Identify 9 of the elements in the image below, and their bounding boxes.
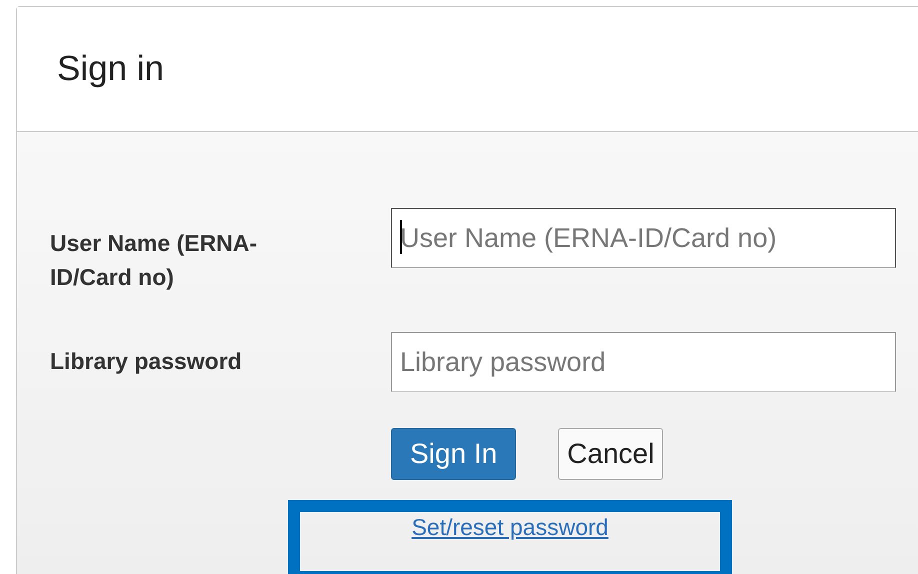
- sign-in-button[interactable]: Sign In: [391, 428, 516, 480]
- dialog-title: Sign in: [57, 49, 164, 89]
- cancel-button[interactable]: Cancel: [558, 428, 664, 480]
- text-caret: [400, 220, 402, 254]
- reset-password-link[interactable]: Set/reset password: [412, 514, 608, 540]
- input-field[interactable]: User Name (ERNA-ID/Card no): [391, 208, 896, 268]
- field-label: User Name (ERNA-ID/Card no): [49, 229, 258, 292]
- field-label: Library password: [49, 347, 243, 376]
- input-field[interactable]: Library password: [391, 332, 896, 392]
